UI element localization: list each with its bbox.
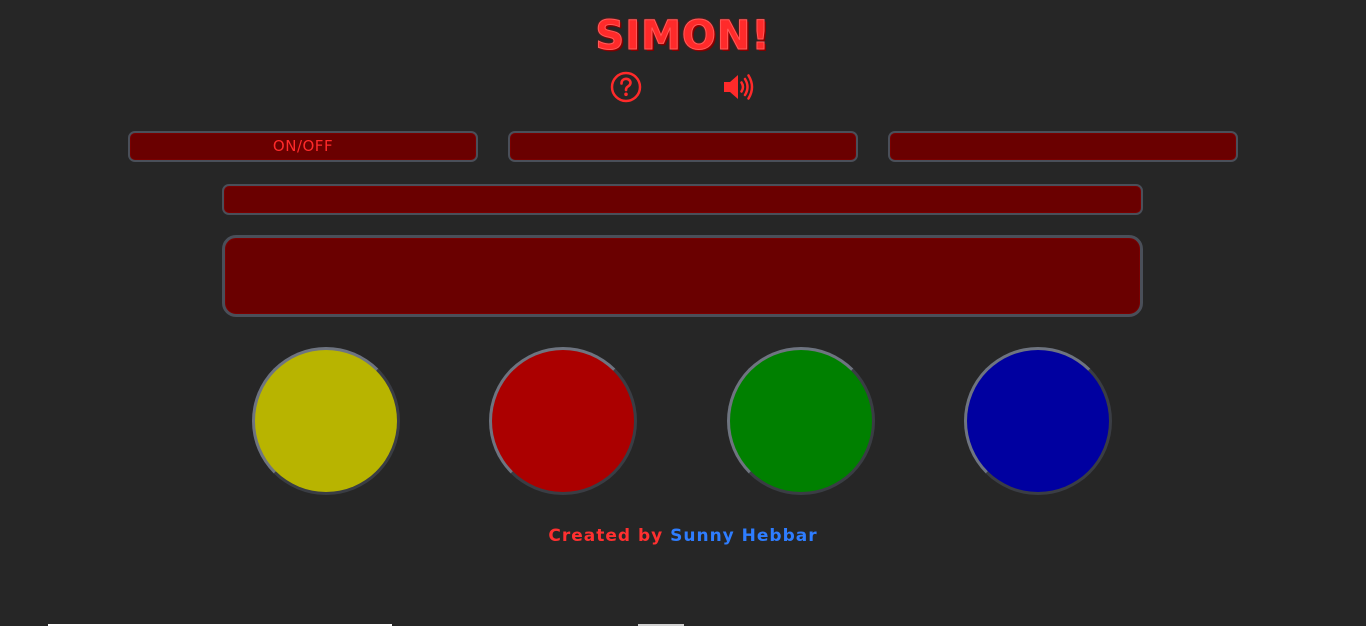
footer-prefix: Created by xyxy=(548,526,671,546)
red-pad[interactable] xyxy=(489,347,637,495)
strict-button[interactable] xyxy=(888,131,1238,162)
simon-game-page: SIMON! ON/OFF Created by Sunny Hebbar xyxy=(0,0,1366,626)
footer-credit: Created by Sunny Hebbar xyxy=(0,526,1366,546)
page-title: SIMON! xyxy=(595,13,771,60)
blue-pad[interactable] xyxy=(964,347,1112,495)
onoff-button[interactable]: ON/OFF xyxy=(128,131,478,162)
author-link[interactable]: Sunny Hebbar xyxy=(670,526,818,546)
status-bar xyxy=(222,184,1143,215)
green-pad[interactable] xyxy=(727,347,875,495)
start-button[interactable] xyxy=(508,131,858,162)
question-circle-icon[interactable] xyxy=(609,70,643,104)
volume-up-icon[interactable] xyxy=(721,70,755,104)
yellow-pad[interactable] xyxy=(252,347,400,495)
display-panel xyxy=(222,235,1143,317)
